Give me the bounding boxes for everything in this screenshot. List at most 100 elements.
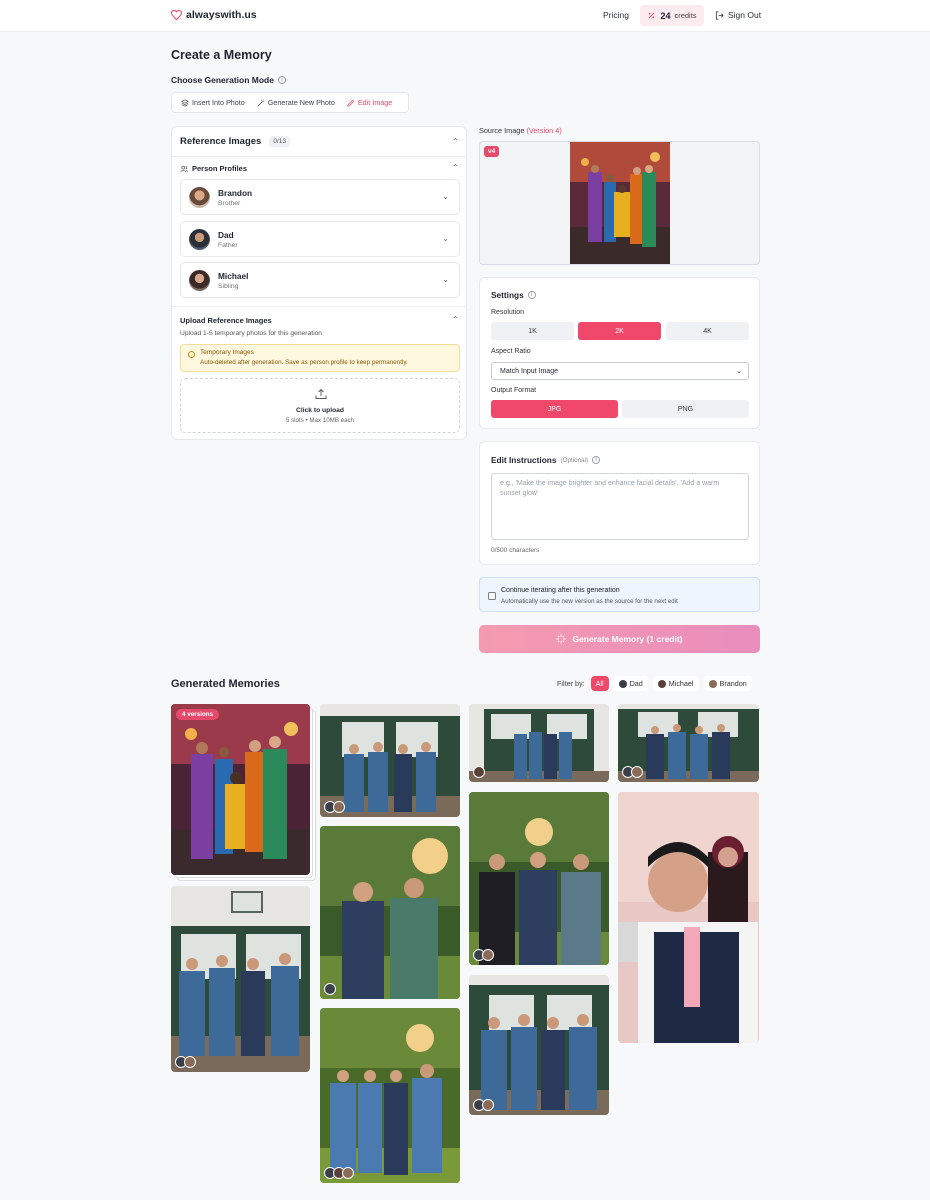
person-name: Dad: [218, 230, 234, 240]
tagged-people: [175, 1056, 196, 1068]
edit-title-text: Edit Instructions: [491, 455, 557, 465]
upload-limits: 5 slots • Max 10MB each: [285, 417, 355, 424]
tab-edit-image[interactable]: Edit Image: [340, 94, 399, 111]
filter-dad[interactable]: Dad: [613, 676, 648, 691]
upload-reference-title[interactable]: Upload Reference Images: [180, 316, 272, 325]
edit-instructions-textarea[interactable]: e.g., 'Make the image brighter and enhan…: [491, 473, 749, 540]
aspect-ratio-value: Match Input Image: [500, 367, 558, 375]
memory-tile[interactable]: [618, 792, 759, 1043]
tagged-people: [473, 1099, 494, 1111]
reference-header[interactable]: Reference Images 0/13: [180, 136, 290, 147]
continue-iterating-label: Continue iterating after this generation: [501, 587, 620, 594]
memory-tile[interactable]: 4 versions: [171, 704, 310, 875]
info-icon[interactable]: i: [277, 76, 286, 84]
generation-mode-label: Choose Generation Mode i: [171, 75, 286, 85]
avatar: [189, 270, 210, 291]
top-navbar: alwayswith.us Pricing 24 credits Sign Ou…: [0, 0, 930, 32]
filter-michael[interactable]: Michael: [652, 676, 699, 691]
settings-title-text: Settings: [491, 290, 524, 300]
source-image-preview[interactable]: v4: [479, 141, 760, 265]
aspect-ratio-select[interactable]: Match Input Image ⌄: [491, 362, 749, 380]
person-card-brandon[interactable]: Brandon Brother ⌄: [180, 179, 460, 215]
memory-tile[interactable]: [469, 792, 609, 965]
versions-badge: 4 versions: [176, 709, 220, 720]
brand-name: alwayswith.us: [186, 9, 257, 21]
person-profiles-header[interactable]: Person Profiles: [180, 164, 247, 173]
source-version: (Version 4): [526, 126, 562, 135]
resolution-2k-button[interactable]: 2K: [578, 322, 661, 340]
sign-out-button[interactable]: Sign Out: [715, 10, 761, 20]
credits-badge[interactable]: 24 credits: [640, 5, 704, 26]
chevron-down-icon: ⌄: [736, 368, 742, 375]
info-icon[interactable]: i: [592, 456, 601, 464]
person-name: Michael: [218, 271, 249, 281]
continue-iterating-option[interactable]: Continue iterating after this generation…: [479, 577, 760, 612]
character-count: 0/500 characters: [491, 547, 540, 554]
info-icon[interactable]: i: [527, 291, 536, 299]
chevron-up-icon[interactable]: ⌃: [452, 163, 459, 172]
memory-tile[interactable]: [320, 1008, 460, 1183]
memory-image: [171, 886, 310, 1072]
heart-icon: [171, 10, 182, 20]
source-label-text: Source Image: [479, 126, 525, 135]
memory-tile[interactable]: [618, 704, 759, 782]
resolution-1k-button[interactable]: 1K: [491, 322, 574, 340]
avatar: [708, 679, 717, 688]
sparkle-icon: [648, 12, 655, 19]
memory-tile[interactable]: [320, 826, 460, 999]
memory-image: [320, 826, 460, 999]
sparkle-icon: [556, 634, 566, 644]
avatar: [631, 766, 643, 778]
generation-mode-text: Choose Generation Mode: [171, 75, 274, 85]
memory-image: [469, 704, 609, 782]
gallery-filter: Filter by: All Dad Michael Brandon: [557, 676, 752, 691]
chevron-up-icon[interactable]: ⌃: [452, 137, 459, 146]
resolution-4k-button[interactable]: 4K: [666, 322, 749, 340]
continue-iterating-checkbox[interactable]: [488, 592, 496, 600]
settings-title: Settings i: [491, 290, 536, 300]
generate-memory-button[interactable]: Generate Memory (1 credit): [479, 625, 760, 653]
tab-insert-into-photo[interactable]: Insert Into Photo: [175, 94, 251, 111]
continue-iterating-hint: Automatically use the new version as the…: [501, 598, 678, 605]
chevron-down-icon: ⌄: [442, 234, 449, 243]
memory-tile[interactable]: [171, 886, 310, 1072]
memory-image: [171, 704, 310, 875]
brand-logo[interactable]: alwayswith.us: [171, 9, 257, 21]
magic-wand-icon: [257, 99, 264, 106]
format-png-button[interactable]: PNG: [622, 400, 749, 418]
pencil-icon: [347, 99, 355, 107]
avatar: [184, 1056, 196, 1068]
filter-all[interactable]: All: [590, 676, 609, 691]
memory-tile[interactable]: [469, 975, 609, 1115]
users-icon: [180, 165, 188, 172]
filter-brandon-label: Brandon: [719, 679, 747, 688]
memory-tile[interactable]: [320, 704, 460, 817]
page-title: Create a Memory: [171, 48, 272, 62]
edit-instructions-panel: Edit Instructions (Optional) i e.g., 'Ma…: [479, 441, 760, 565]
generate-label: Generate Memory (1 credit): [572, 634, 683, 644]
tab-generate-new-photo[interactable]: Generate New Photo: [251, 94, 341, 111]
person-name: Brandon: [218, 188, 253, 198]
reference-title: Reference Images: [180, 136, 262, 147]
reference-count-badge: 0/13: [269, 136, 290, 147]
version-badge: v4: [484, 146, 500, 157]
notice-text: Auto-deleted after generation. Save as p…: [200, 359, 408, 366]
format-jpg-button[interactable]: JPG: [491, 400, 618, 418]
chevron-up-icon[interactable]: ⌃: [452, 315, 459, 324]
reference-images-panel: Reference Images 0/13 ⌃ Person Profiles …: [171, 126, 467, 440]
tagged-people: [622, 766, 643, 778]
tab-generate-label: Generate New Photo: [267, 98, 335, 107]
filter-brandon[interactable]: Brandon: [703, 676, 752, 691]
chevron-down-icon: ⌄: [442, 192, 449, 201]
output-format-label: Output Format: [491, 387, 537, 394]
settings-panel: Settings i Resolution 1K 2K 4K Aspect Ra…: [479, 277, 760, 429]
filter-all-label: All: [595, 679, 604, 688]
memory-tile[interactable]: [469, 704, 609, 782]
person-card-michael[interactable]: Michael Sibling ⌄: [180, 262, 460, 298]
credits-label: credits: [674, 11, 697, 20]
avatar: [618, 679, 627, 688]
upload-dropzone[interactable]: Click to upload 5 slots • Max 10MB each: [180, 378, 460, 433]
person-role: Brother: [218, 200, 241, 207]
person-card-dad[interactable]: Dad Father ⌄: [180, 221, 460, 257]
pricing-link[interactable]: Pricing: [603, 10, 629, 20]
